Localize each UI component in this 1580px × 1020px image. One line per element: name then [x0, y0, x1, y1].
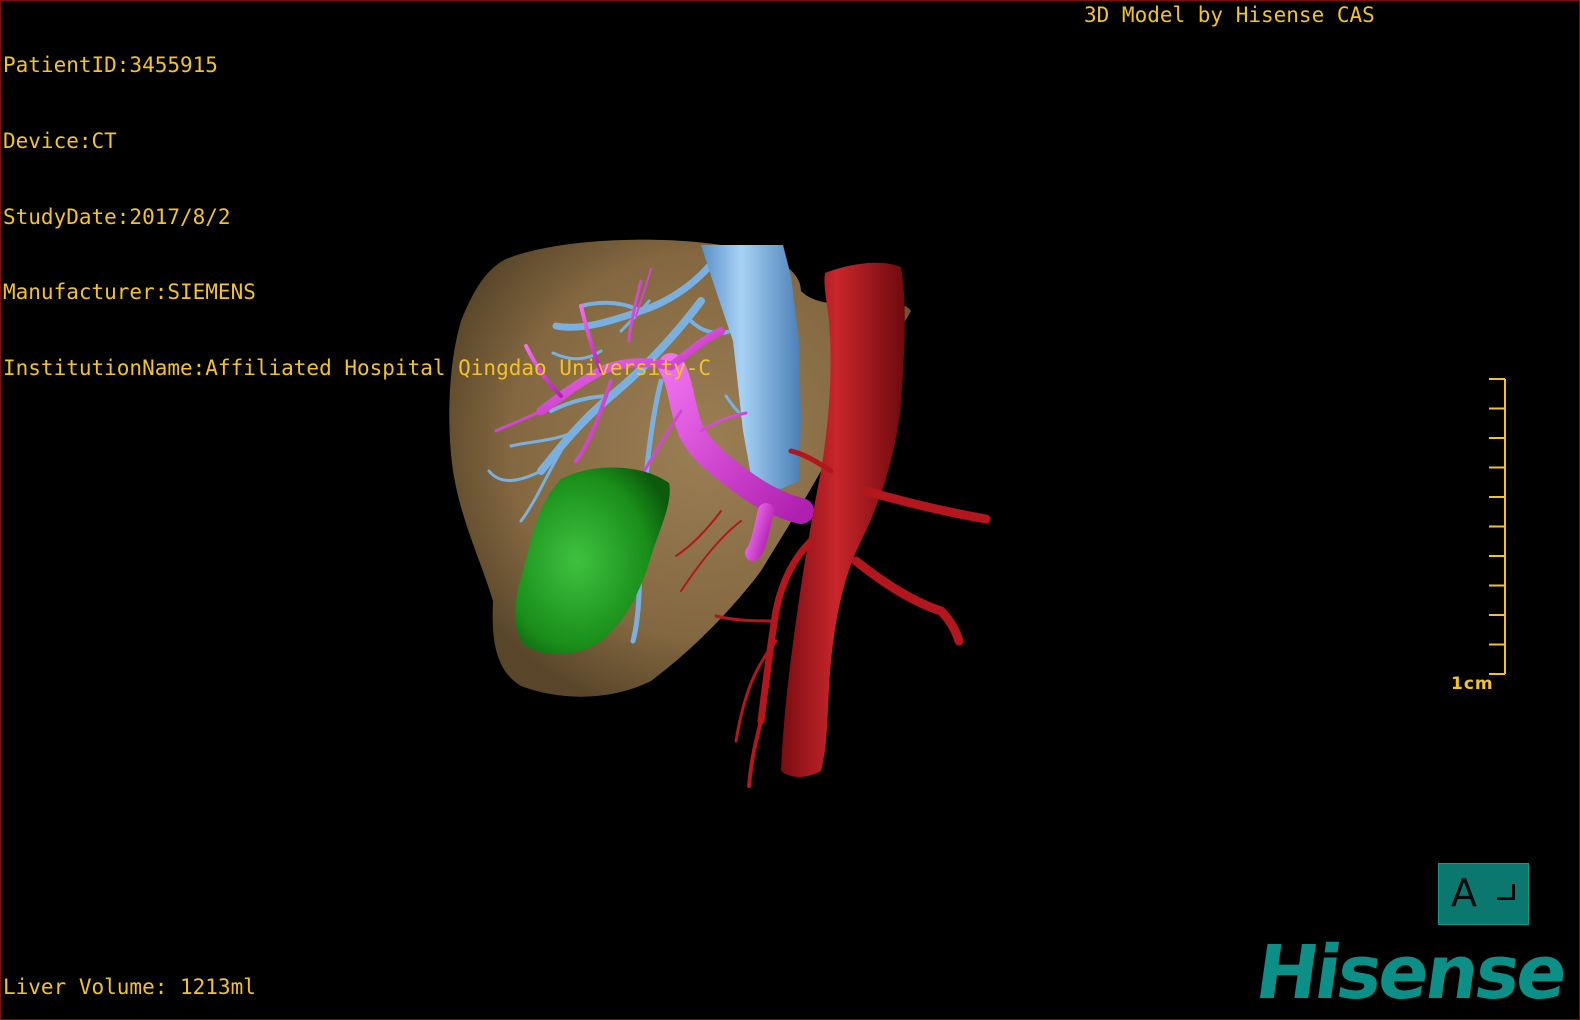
model-brand-text: 3D Model by Hisense CAS [1084, 3, 1375, 27]
3d-viewport[interactable]: PatientID:3455915 Device:CT StudyDate:20… [0, 0, 1580, 1020]
device-text: Device:CT [3, 129, 117, 154]
orientation-corner-mark [1497, 884, 1515, 900]
liver-volume-text: Liver Volume: 1213ml [3, 975, 256, 999]
manufacturer-text: Manufacturer:SIEMENS [3, 280, 256, 305]
orientation-label: A [1451, 871, 1477, 915]
study-date-text: StudyDate:2017/8/2 [3, 204, 231, 229]
scale-bar [1489, 378, 1506, 675]
institution-name-text: InstitutionName:Affiliated Hospital Qing… [3, 355, 712, 380]
patient-id-text: PatientID:3455915 [3, 53, 218, 78]
patient-info-overlay: PatientID:3455915 Device:CT StudyDate:20… [3, 3, 711, 431]
orientation-cube-icon[interactable]: A [1438, 863, 1529, 925]
hisense-logo-icon: Hisense [1250, 930, 1571, 1016]
scale-bar-label: 1cm [1451, 674, 1494, 694]
